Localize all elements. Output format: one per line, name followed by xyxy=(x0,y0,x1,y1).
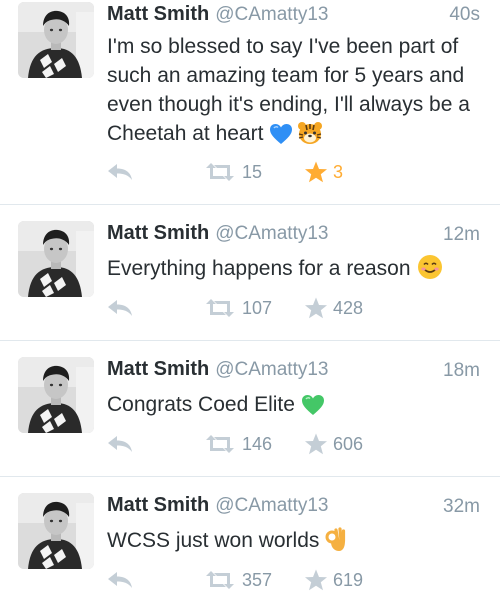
author-handle: @CAmatty13 xyxy=(215,223,329,244)
smiling-face-icon xyxy=(417,254,443,288)
tweet-text: I'm so blessed to say I've been part of … xyxy=(107,32,492,153)
retweet-button[interactable]: 107 xyxy=(203,297,272,319)
tweet[interactable]: Matt Smith @CAmatty13 12m Everything happ… xyxy=(0,205,500,341)
retweet-count: 107 xyxy=(242,297,273,318)
author-handle: @CAmatty13 xyxy=(215,4,329,25)
blue-heart-icon xyxy=(269,123,293,153)
avatar[interactable] xyxy=(18,221,94,297)
author-name: Matt Smith xyxy=(107,358,210,380)
tweet-text: Congrats Coed Elite xyxy=(107,390,492,424)
favorite-button[interactable]: 3 xyxy=(304,161,343,183)
tweet-actions: 146 606 xyxy=(0,433,500,459)
tweet-author[interactable]: Matt Smith @CAmatty13 xyxy=(107,3,329,26)
author-handle: @CAmatty13 xyxy=(215,495,329,516)
ok-hand-icon xyxy=(325,526,347,560)
tweet-text-content: Everything happens for a reason xyxy=(107,257,411,280)
tweet[interactable]: Matt Smith @CAmatty13 32m WCSS just won w… xyxy=(0,477,500,588)
author-handle: @CAmatty13 xyxy=(215,359,329,380)
tweet-timestamp: 40s xyxy=(449,4,480,25)
favorite-count: 428 xyxy=(333,297,364,318)
tweet-timestamp: 18m xyxy=(443,360,480,381)
star-icon xyxy=(304,296,328,320)
favorite-count: 606 xyxy=(333,433,364,454)
retweet-count: 15 xyxy=(242,161,263,182)
favorite-button[interactable]: 428 xyxy=(304,297,363,319)
tweet-actions: 357 619 xyxy=(0,569,500,595)
tiger-face-icon xyxy=(297,121,323,153)
tweet-timestamp: 12m xyxy=(443,224,480,245)
green-heart-icon xyxy=(301,394,325,424)
retweet-count: 357 xyxy=(242,569,273,590)
tweet-author[interactable]: Matt Smith @CAmatty13 xyxy=(107,222,329,245)
avatar[interactable] xyxy=(18,2,94,78)
retweet-icon xyxy=(203,161,237,183)
retweet-icon xyxy=(203,433,237,455)
retweet-button[interactable]: 146 xyxy=(203,433,272,455)
tweet-author[interactable]: Matt Smith @CAmatty13 xyxy=(107,494,329,517)
tweet[interactable]: Matt Smith @CAmatty13 18m Congrats Coed E… xyxy=(0,341,500,477)
avatar[interactable] xyxy=(18,493,94,569)
star-icon xyxy=(304,568,328,592)
tweet-actions: 15 3 xyxy=(0,161,500,187)
tweet[interactable]: Matt Smith @CAmatty13 40s I'm so blessed … xyxy=(0,0,500,205)
retweet-icon xyxy=(203,297,237,319)
retweet-button[interactable]: 15 xyxy=(203,161,262,183)
favorite-count: 3 xyxy=(333,161,344,182)
star-icon xyxy=(304,160,328,184)
tweet-text: WCSS just won worlds xyxy=(107,526,492,560)
author-name: Matt Smith xyxy=(107,3,210,25)
tweet-author[interactable]: Matt Smith @CAmatty13 xyxy=(107,358,329,381)
reply-icon[interactable] xyxy=(106,297,134,319)
author-name: Matt Smith xyxy=(107,222,210,244)
reply-icon[interactable] xyxy=(106,433,134,455)
favorite-button[interactable]: 606 xyxy=(304,433,363,455)
avatar[interactable] xyxy=(18,357,94,433)
tweet-text: Everything happens for a reason xyxy=(107,254,492,288)
favorite-count: 619 xyxy=(333,569,364,590)
tweet-actions: 107 428 xyxy=(0,297,500,323)
retweet-count: 146 xyxy=(242,433,273,454)
author-name: Matt Smith xyxy=(107,494,210,516)
star-icon xyxy=(304,432,328,456)
tweet-text-content: Congrats Coed Elite xyxy=(107,393,295,416)
reply-icon[interactable] xyxy=(106,161,134,183)
tweet-timestamp: 32m xyxy=(443,496,480,517)
tweet-text-content: WCSS just won worlds xyxy=(107,529,320,552)
